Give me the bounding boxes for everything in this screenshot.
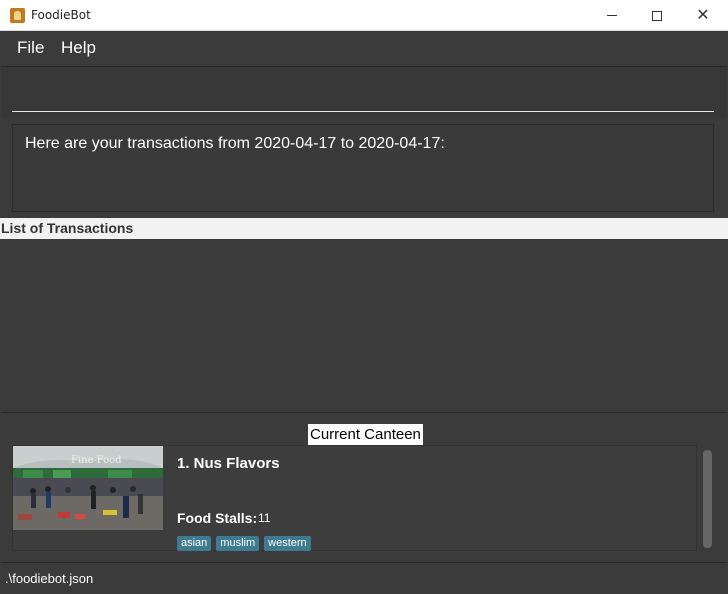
result-display: Here are your transactions from 2020-04-… <box>12 124 714 212</box>
menu-bar: File Help <box>1 31 727 67</box>
maximize-button[interactable] <box>634 0 680 31</box>
save-location: .\foodiebot.json <box>5 571 94 586</box>
tag: muslim <box>216 536 260 551</box>
minimize-button[interactable] <box>589 0 635 31</box>
status-bar: .\foodiebot.json <box>1 562 727 594</box>
canteen-tags: asian muslim western <box>177 531 316 551</box>
menu-file[interactable]: File <box>17 38 44 58</box>
maximize-icon <box>652 10 662 21</box>
transactions-header: List of Transactions <box>0 218 728 239</box>
canteen-card[interactable]: Fine Food 1. Nus Flavors Food Stalls: 11… <box>12 445 697 551</box>
canteen-scrollbar[interactable] <box>703 450 712 548</box>
food-stalls-count: 11 <box>258 511 271 525</box>
svg-text:Fine Food: Fine Food <box>71 455 122 466</box>
canteen-photo: Fine Food <box>13 446 163 530</box>
canteen-name: 1. Nus Flavors <box>177 455 280 472</box>
command-input[interactable] <box>12 82 714 112</box>
food-stalls-label: Food Stalls: <box>177 510 258 526</box>
menu-help[interactable]: Help <box>61 38 96 58</box>
app-icon <box>10 8 25 23</box>
title-bar: FoodieBot ✕ <box>0 0 728 31</box>
transactions-list[interactable] <box>1 239 727 413</box>
minimize-icon <box>607 15 617 16</box>
close-icon: ✕ <box>696 5 710 24</box>
tag: western <box>264 536 311 551</box>
result-text: Here are your transactions from 2020-04-… <box>25 135 445 152</box>
tag: asian <box>177 536 212 551</box>
window-title: FoodieBot <box>31 8 91 22</box>
current-canteen-label: Current Canteen <box>308 424 423 445</box>
close-button[interactable]: ✕ <box>680 0 726 31</box>
